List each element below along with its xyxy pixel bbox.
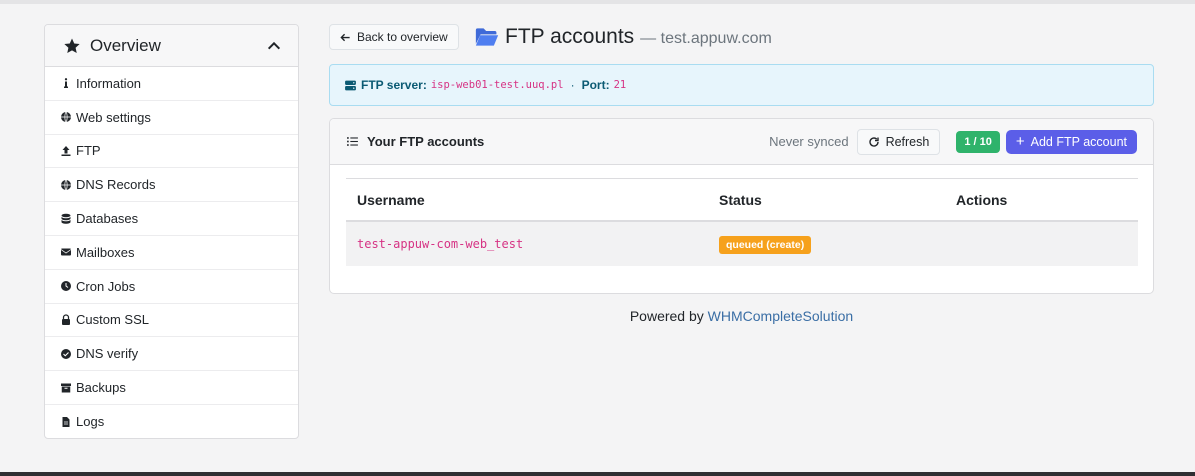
port-label: Port:	[581, 78, 610, 92]
ftp-server-info-alert: FTP server: isp-web01-test.uuq.pl · Port…	[329, 64, 1154, 106]
info-icon	[59, 77, 72, 90]
username-cell: test-appuw-com-web_test	[357, 237, 524, 251]
sidebar-item-label: DNS verify	[76, 346, 139, 362]
chevron-up-icon[interactable]	[266, 38, 282, 54]
sidebar-item-mailboxes[interactable]: Mailboxes	[45, 236, 298, 270]
arrow-left-icon	[340, 33, 350, 41]
card-header: Your FTP accounts Never synced Refresh 1…	[330, 119, 1153, 165]
sidebar-item-cron-jobs[interactable]: Cron Jobs	[45, 270, 298, 304]
column-header-username: Username	[357, 191, 425, 208]
folder-open-icon	[475, 28, 499, 46]
sidebar-item-label: Logs	[76, 414, 105, 430]
card-title: Your FTP accounts	[367, 134, 485, 149]
table-row: test-appuw-com-web_test queued (create)	[346, 222, 1138, 266]
sidebar-item-label: Mailboxes	[76, 244, 135, 260]
sidebar-item-dns-records[interactable]: DNS Records	[45, 168, 298, 203]
envelope-icon	[59, 246, 72, 259]
upload-arrow-icon	[59, 144, 72, 157]
sidebar-item-label: Backups	[76, 380, 126, 396]
sidebar-item-logs[interactable]: Logs	[45, 405, 298, 438]
footer: Powered by WHMCompleteSolution	[329, 308, 1154, 324]
database-icon	[59, 212, 72, 225]
footer-prefix: Powered by	[629, 308, 704, 324]
ftp-accounts-card: Your FTP accounts Never synced Refresh 1…	[329, 118, 1154, 294]
page-title-text: FTP accounts	[505, 25, 635, 48]
ftp-accounts-table: Username Status Actions test-appuw-com-w…	[346, 178, 1138, 266]
table-header: Username Status Actions	[346, 178, 1138, 222]
refresh-button-label: Refresh	[885, 134, 930, 149]
sidebar-item-dns-verify[interactable]: DNS verify	[45, 337, 298, 372]
footer-link[interactable]: WHMCompleteSolution	[708, 308, 854, 324]
page-title: FTP accounts — test.appuw.com	[475, 24, 772, 50]
sidebar-item-information[interactable]: Information	[45, 67, 298, 101]
account-count-badge: 1 / 10	[956, 130, 1000, 153]
sync-status: Never synced	[769, 134, 849, 149]
globe-icon	[59, 111, 72, 124]
sidebar-item-label: DNS Records	[76, 177, 156, 193]
sidebar-item-web-settings[interactable]: Web settings	[45, 101, 298, 135]
back-button-label: Back to overview	[357, 30, 448, 44]
sidebar-item-label: Databases	[76, 211, 139, 227]
plus-icon: +	[1015, 133, 1025, 150]
alert-separator: ·	[570, 78, 575, 92]
refresh-button[interactable]: Refresh	[856, 128, 941, 155]
sidebar-item-label: Information	[76, 75, 142, 91]
check-circle-icon	[59, 347, 72, 360]
back-to-overview-button[interactable]: Back to overview	[329, 24, 459, 50]
sidebar-item-label: Custom SSL	[76, 312, 149, 328]
sidebar: Overview Information Web settings FTP DN…	[44, 24, 299, 439]
sidebar-item-backups[interactable]: Backups	[45, 371, 298, 405]
sidebar-item-label: Cron Jobs	[76, 278, 136, 294]
sidebar-item-label: FTP	[76, 143, 101, 159]
refresh-icon	[868, 136, 879, 147]
page-subtitle: — test.appuw.com	[640, 29, 772, 47]
add-ftp-account-button[interactable]: + Add FTP account	[1005, 129, 1137, 154]
port-value: 21	[613, 79, 627, 91]
column-header-actions: Actions	[956, 191, 1008, 208]
list-icon	[347, 137, 358, 146]
column-header-status: Status	[719, 191, 762, 208]
file-icon	[59, 415, 72, 428]
ftp-server-value: isp-web01-test.uuq.pl	[430, 79, 564, 91]
archive-icon	[59, 381, 72, 394]
bottom-strip	[0, 472, 1195, 476]
sidebar-item-label: Web settings	[76, 109, 151, 125]
lock-icon	[59, 313, 72, 326]
sidebar-item-custom-ssl[interactable]: Custom SSL	[45, 304, 298, 338]
add-button-label: Add FTP account	[1030, 134, 1127, 149]
sidebar-item-ftp[interactable]: FTP	[45, 135, 298, 169]
globe-icon	[59, 178, 72, 191]
status-badge: queued (create)	[719, 235, 812, 254]
sidebar-header[interactable]: Overview	[45, 25, 298, 67]
star-icon	[64, 38, 80, 53]
top-strip	[0, 0, 1195, 4]
sidebar-item-databases[interactable]: Databases	[45, 202, 298, 236]
ftp-server-label: FTP server:	[361, 78, 427, 92]
sidebar-title: Overview	[90, 35, 161, 55]
server-icon	[345, 80, 356, 90]
clock-icon	[59, 280, 72, 293]
